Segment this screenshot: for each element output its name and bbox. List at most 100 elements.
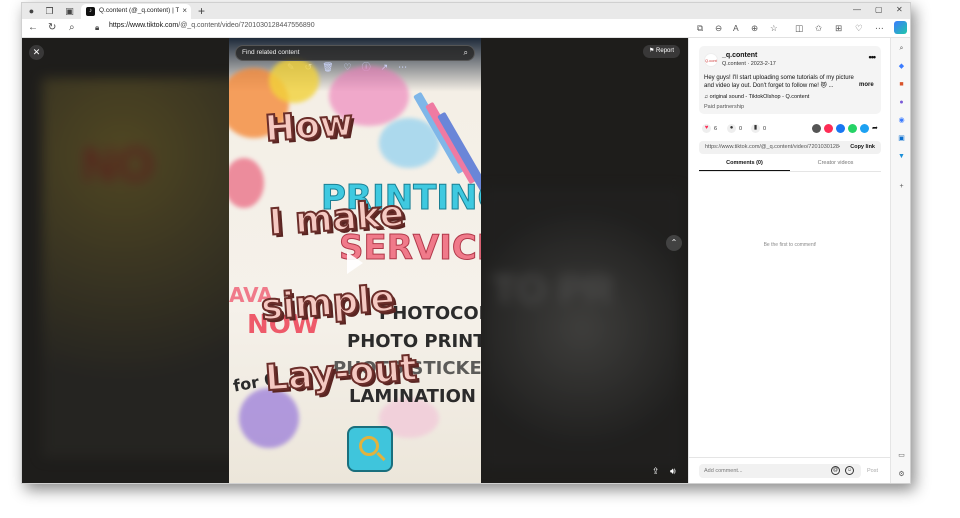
post-button[interactable]: Post bbox=[867, 468, 878, 474]
comment-input[interactable]: Add comment... @ ☺ bbox=[699, 464, 861, 478]
sound-link[interactable]: ♫ original sound - TiktokOlshop - Q.cont… bbox=[704, 94, 809, 100]
sidebar-microsoft365-icon[interactable]: ◉ bbox=[897, 116, 906, 125]
favorites-icon[interactable]: ✩ bbox=[815, 23, 822, 33]
find-related-search[interactable]: Find related content ⌕ bbox=[235, 45, 475, 61]
sidebar-drop-icon[interactable]: ▼ bbox=[897, 152, 906, 161]
panel-tabs: Comments (0) Creator videos bbox=[699, 158, 881, 172]
maximize-icon[interactable]: ▢ bbox=[875, 5, 883, 14]
address-bar[interactable]: https://www.tiktok.com/@_q.content/video… bbox=[109, 22, 315, 29]
report-label: Report bbox=[656, 48, 675, 54]
username[interactable]: _q.content bbox=[722, 52, 757, 59]
bg-right-word: TO PR bbox=[492, 268, 614, 312]
zoom-icon[interactable]: ⊖ bbox=[715, 23, 722, 33]
play-icon[interactable] bbox=[347, 252, 363, 274]
facebook-share-icon[interactable] bbox=[836, 124, 845, 133]
bg-left-word: NO bbox=[82, 139, 154, 192]
previous-video-chevron-up-icon[interactable]: ⌃ bbox=[666, 235, 682, 251]
tab-strip: ● ❐ ▣ ♪ Q.content (@_q.content) | TikTok… bbox=[22, 3, 910, 19]
site-info-icon[interactable]: 🔒︎ bbox=[95, 23, 99, 33]
magnifier-icon bbox=[347, 426, 393, 472]
comment-count: 0 bbox=[739, 126, 743, 132]
like-button[interactable]: ♥ 6 bbox=[702, 124, 717, 134]
paid-partnership-label: Paid partnership bbox=[704, 104, 745, 110]
avatar[interactable]: Q.content bbox=[704, 53, 718, 67]
sidebar-search-icon[interactable]: ⌕ bbox=[897, 44, 906, 53]
refresh-icon[interactable]: ↻ bbox=[48, 23, 56, 33]
paint-splash bbox=[229, 158, 264, 208]
minimize-icon[interactable]: — bbox=[853, 5, 861, 14]
copy-link-button[interactable]: Copy link bbox=[850, 144, 875, 150]
sidebar-settings-gear-icon[interactable]: ⚙ bbox=[897, 470, 906, 479]
more-options-icon[interactable]: ••• bbox=[869, 52, 877, 62]
engagement-row: ♥ 6 ● 0 ▮ 0 ➦ bbox=[699, 124, 881, 136]
url-host: https://www.tiktok.com bbox=[109, 22, 179, 29]
url-path: /@_q.content/video/7201030128447556890 bbox=[178, 22, 315, 29]
tab-title: Q.content (@_q.content) | TikTok bbox=[99, 7, 179, 14]
post-info-card: Q.content _q.content Q.content · 2023-2-… bbox=[699, 46, 881, 114]
flag-icon: ⚑ bbox=[649, 48, 657, 54]
tab-comments[interactable]: Comments (0) bbox=[699, 160, 790, 166]
split-screen-icon[interactable]: ◫ bbox=[795, 23, 803, 33]
tab-creator-videos[interactable]: Creator videos bbox=[790, 160, 881, 166]
mention-icon[interactable]: @ bbox=[831, 466, 840, 475]
upload-share-icon[interactable]: ⇪ bbox=[652, 466, 660, 477]
emoji-icon[interactable]: ☺ bbox=[845, 466, 854, 475]
workspaces-icon[interactable]: ❐ bbox=[44, 6, 55, 17]
collections-icon[interactable]: ⊞ bbox=[835, 23, 842, 33]
new-tab-button[interactable]: + bbox=[198, 4, 205, 18]
video-link: https://www.tiktok.com/@_q.content/video… bbox=[705, 144, 840, 150]
close-video-button[interactable]: ✕ bbox=[29, 45, 44, 60]
overlay-line-3: simple bbox=[259, 277, 397, 329]
settings-more-icon[interactable]: ⋯ bbox=[875, 23, 884, 33]
paint-splash bbox=[269, 58, 319, 103]
copilot-icon[interactable] bbox=[894, 21, 907, 34]
send-share-icon[interactable] bbox=[824, 124, 833, 133]
comment-button[interactable]: ● 0 bbox=[727, 124, 742, 134]
copy-link-row: https://www.tiktok.com/@_q.content/video… bbox=[699, 141, 881, 154]
twitter-share-icon[interactable] bbox=[860, 124, 869, 133]
close-tab-icon[interactable]: × bbox=[182, 6, 187, 15]
browser-window: ● ❐ ▣ ♪ Q.content (@_q.content) | TikTok… bbox=[21, 2, 911, 484]
comment-bar: Add comment... @ ☺ Post bbox=[689, 457, 891, 483]
tab-tiktok[interactable]: ♪ Q.content (@_q.content) | TikTok × bbox=[81, 4, 191, 19]
edge-sidebar: ⌕ ◆ ■ ● ◉ ▣ ▼ + ▭ ⚙ bbox=[890, 38, 910, 483]
video-stage: NO TO PR ✕ ⚑ Report ✎↺🗑︎♡ⓘ↗⋯ PRINTING SE… bbox=[22, 38, 688, 483]
open-in-app-icon[interactable]: ⧉ bbox=[697, 23, 703, 33]
overlay-line-1: How bbox=[263, 102, 356, 151]
favorite-star-icon[interactable]: ☆ bbox=[770, 23, 778, 33]
save-button[interactable]: ▮ 0 bbox=[751, 124, 766, 134]
browser-essentials-icon[interactable]: ♡ bbox=[855, 23, 863, 33]
empty-comments-text: Be the first to comment! bbox=[763, 242, 817, 248]
active-tab-underline bbox=[699, 170, 790, 171]
whatsapp-share-icon[interactable] bbox=[848, 124, 857, 133]
more-share-arrow-icon[interactable]: ➦ bbox=[872, 124, 881, 133]
post-description: Hey guys! I'll start uploading some tuto… bbox=[704, 75, 854, 89]
back-icon[interactable]: ← bbox=[28, 23, 38, 33]
comment-placeholder: Add comment... bbox=[704, 468, 743, 474]
sidebar-shopping-icon[interactable]: ◆ bbox=[897, 62, 906, 71]
bookmark-icon: ▮ bbox=[751, 124, 760, 134]
read-aloud-icon[interactable]: A bbox=[733, 23, 739, 33]
tiktok-favicon-icon: ♪ bbox=[86, 7, 95, 16]
sidebar-tools-icon[interactable]: ■ bbox=[897, 80, 906, 89]
sound-label: original sound - TiktokOlshop - Q.conten… bbox=[709, 94, 810, 100]
search-icon[interactable]: ⌕ bbox=[464, 48, 468, 58]
report-button[interactable]: ⚑ Report bbox=[643, 45, 681, 58]
embed-share-icon[interactable] bbox=[812, 124, 821, 133]
extensions-icon[interactable]: ⊕ bbox=[751, 23, 758, 33]
tab-actions-icon[interactable]: ▣ bbox=[64, 6, 75, 17]
navigation-bar: ← ↻ ⌕ 🔒︎ https://www.tiktok.com/@_q.cont… bbox=[22, 19, 910, 38]
sidebar-add-icon[interactable]: + bbox=[897, 182, 906, 191]
video-player[interactable]: ✎↺🗑︎♡ⓘ↗⋯ PRINTING SERVICES AVA NOW PHOTO… bbox=[229, 38, 481, 483]
sidebar-games-icon[interactable]: ● bbox=[897, 98, 906, 107]
post-panel: Q.content _q.content Q.content · 2023-2-… bbox=[688, 38, 891, 483]
like-count: 6 bbox=[714, 126, 718, 132]
volume-icon[interactable]: 🔊︎ bbox=[670, 466, 676, 477]
sidebar-screen-icon[interactable]: ▭ bbox=[897, 451, 906, 460]
sidebar-outlook-icon[interactable]: ▣ bbox=[897, 134, 906, 143]
window-close-icon[interactable]: ✕ bbox=[896, 5, 903, 14]
more-link[interactable]: more bbox=[859, 82, 874, 88]
search-icon[interactable]: ⌕ bbox=[69, 23, 75, 33]
save-count: 0 bbox=[763, 126, 767, 132]
profile-icon[interactable]: ● bbox=[26, 6, 37, 17]
